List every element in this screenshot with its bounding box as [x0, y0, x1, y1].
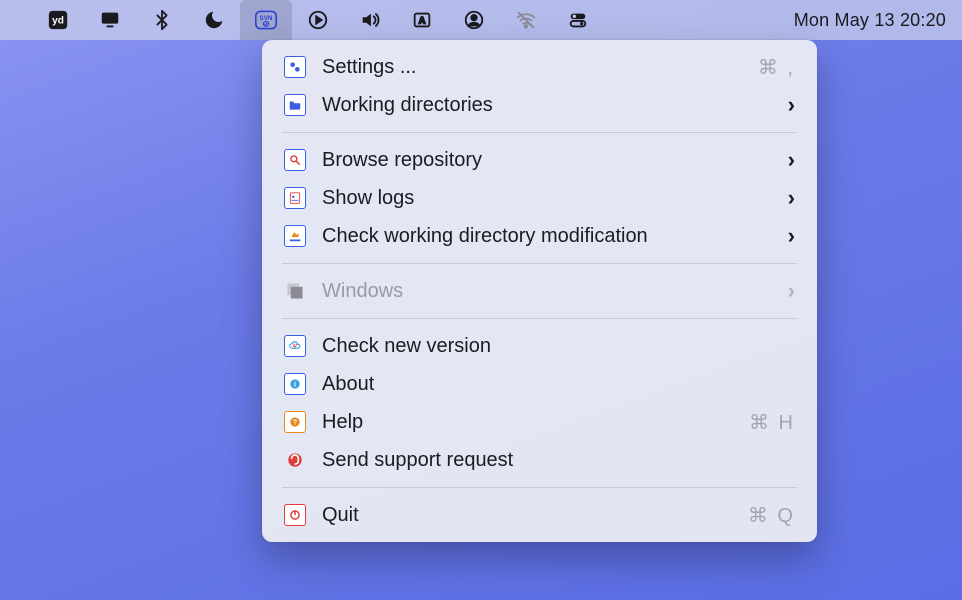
menu-label: Check working directory modification	[322, 225, 788, 248]
user-account-icon[interactable]	[448, 0, 500, 40]
svg-text:i: i	[294, 380, 296, 388]
menu-shortcut: ⌘ H	[749, 410, 795, 435]
menu-separator	[282, 263, 797, 264]
menu-label: Browse repository	[322, 149, 788, 172]
windows-icon	[284, 280, 306, 302]
settings-gears-icon	[284, 56, 306, 78]
keyboard-input-icon[interactable]: A	[396, 0, 448, 40]
menu-label: Show logs	[322, 187, 788, 210]
svg-text:yd: yd	[52, 16, 64, 27]
menu-separator	[282, 318, 797, 319]
menu-label: Quit	[322, 504, 748, 527]
folder-icon	[284, 94, 306, 116]
menu-label: About	[322, 373, 795, 396]
menu-separator	[282, 487, 797, 488]
menu-item-browse-repository[interactable]: Browse repository ›	[262, 141, 817, 179]
chevron-right-icon: ›	[788, 280, 795, 302]
svg-text:?: ?	[293, 420, 297, 427]
display-icon[interactable]	[84, 0, 136, 40]
menu-shortcut: ⌘ ,	[758, 55, 795, 80]
show-logs-icon	[284, 187, 306, 209]
menubar-clock[interactable]: Mon May 13 20:20	[794, 10, 950, 31]
menu-shortcut: ⌘ Q	[748, 503, 795, 528]
chevron-right-icon: ›	[788, 149, 795, 171]
menubar-icons: yd SVN A	[32, 0, 604, 40]
menu-label: Send support request	[322, 449, 795, 472]
menu-label: Windows	[322, 280, 788, 303]
menu-item-check-new-version[interactable]: Check new version	[262, 327, 817, 365]
menu-item-quit[interactable]: Quit ⌘ Q	[262, 496, 817, 534]
browse-repo-icon	[284, 149, 306, 171]
power-icon	[284, 504, 306, 526]
support-icon	[284, 449, 306, 471]
menu-item-help[interactable]: ? Help ⌘ H	[262, 403, 817, 441]
bluetooth-icon[interactable]	[136, 0, 188, 40]
volume-icon[interactable]	[344, 0, 396, 40]
menu-item-settings[interactable]: Settings ... ⌘ ,	[262, 48, 817, 86]
menubar: yd SVN A Mo	[0, 0, 962, 40]
help-icon: ?	[284, 411, 306, 433]
svn-icon[interactable]: SVN	[240, 0, 292, 40]
info-icon: i	[284, 373, 306, 395]
menu-label: Help	[322, 411, 749, 434]
yd-icon[interactable]: yd	[32, 0, 84, 40]
menu-label: Settings ...	[322, 56, 758, 79]
control-center-icon[interactable]	[552, 0, 604, 40]
chevron-right-icon: ›	[788, 225, 795, 247]
menu-label: Working directories	[322, 94, 788, 117]
menu-item-about[interactable]: i About	[262, 365, 817, 403]
do-not-disturb-icon[interactable]	[188, 0, 240, 40]
menu-item-windows: Windows ›	[262, 272, 817, 310]
cloud-check-icon	[284, 335, 306, 357]
menu-separator	[282, 132, 797, 133]
play-circle-icon[interactable]	[292, 0, 344, 40]
svn-dropdown-menu: Settings ... ⌘ , Working directories › B…	[262, 40, 817, 542]
check-mod-icon	[284, 225, 306, 247]
menu-item-show-logs[interactable]: Show logs ›	[262, 179, 817, 217]
chevron-right-icon: ›	[788, 94, 795, 116]
menu-label: Check new version	[322, 335, 795, 358]
chevron-right-icon: ›	[788, 187, 795, 209]
wifi-off-icon[interactable]	[500, 0, 552, 40]
menu-item-check-modification[interactable]: Check working directory modification ›	[262, 217, 817, 255]
menu-item-send-support-request[interactable]: Send support request	[262, 441, 817, 479]
svg-text:A: A	[419, 16, 426, 26]
menu-item-working-directories[interactable]: Working directories ›	[262, 86, 817, 124]
